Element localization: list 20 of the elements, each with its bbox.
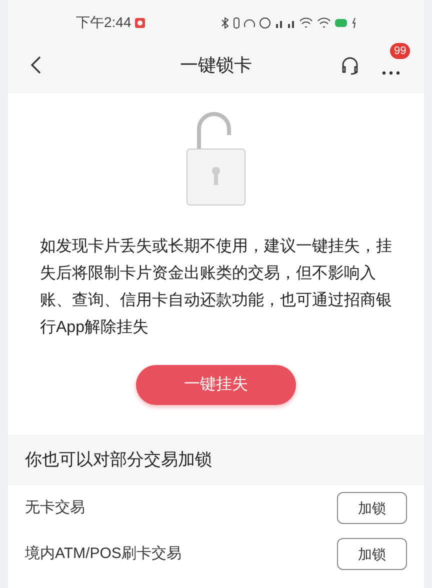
transaction-label: 境内ATM/POS刷卡交易: [25, 544, 182, 564]
notification-icon: [135, 18, 146, 28]
wifi-icon: [317, 16, 331, 28]
battery-icon: [335, 18, 347, 28]
bluetooth-icon: [221, 16, 229, 28]
lock-button[interactable]: 加锁: [337, 538, 407, 570]
intro-text: 如发现卡片丢失或长期不使用，建议一键挂失，挂失后将限制卡片资金出账类的交易，但不影响入账、查询、信用卡自动还款功能，也可通过招商银行App解除挂失: [39, 236, 393, 338]
transaction-label: 无卡交易: [25, 498, 85, 518]
section-title: 你也可以对部分交易加锁: [25, 449, 212, 472]
page-title: 一键锁卡: [180, 54, 252, 76]
alarm-icon: [259, 16, 271, 28]
charging-icon: [351, 16, 356, 28]
headset-icon[interactable]: [340, 55, 360, 75]
status-time: 下午2:44: [76, 13, 132, 32]
notification-badge: 99: [390, 43, 410, 59]
wifi-icon: [299, 16, 313, 28]
report-loss-button[interactable]: 一键挂失: [136, 365, 296, 405]
back-icon[interactable]: [30, 55, 42, 75]
lock-button[interactable]: 加锁: [337, 492, 407, 524]
more-icon[interactable]: [382, 71, 400, 75]
